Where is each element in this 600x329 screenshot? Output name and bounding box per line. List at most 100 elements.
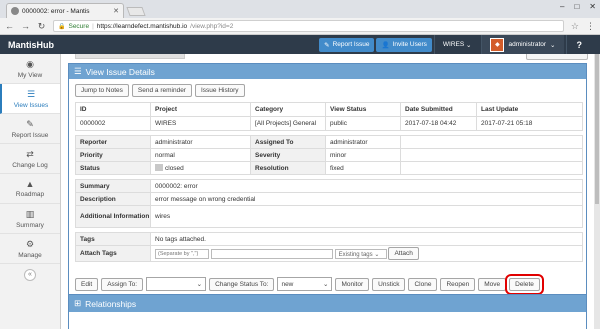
- attach-button[interactable]: Attach: [388, 247, 419, 261]
- attach-tags-input[interactable]: [210, 248, 333, 259]
- sidebar-collapse-button[interactable]: «: [24, 269, 36, 281]
- status-select[interactable]: new ⌄: [277, 277, 333, 291]
- list-icon: ☰: [26, 88, 36, 99]
- assign-to-select[interactable]: ⌄: [146, 277, 207, 291]
- tags-label: Tags: [75, 232, 151, 246]
- assign-to-button[interactable]: Assign To:: [101, 277, 144, 291]
- user-menu[interactable]: ◆ administrator ⌄: [481, 35, 564, 54]
- scrollbar[interactable]: [594, 54, 600, 329]
- scrollbar-thumb[interactable]: [595, 54, 599, 204]
- browser-tab[interactable]: 0000002: error - Mantis ✕: [6, 3, 124, 18]
- panel-header[interactable]: ⊞ Relationships: [69, 295, 586, 312]
- summary-label: Summary: [75, 179, 151, 193]
- sidebar-item-summary[interactable]: ▥ Summary: [0, 204, 60, 234]
- dashboard-icon: ◉: [26, 58, 34, 69]
- invite-users-button[interactable]: 👤 Invite Users: [376, 37, 432, 52]
- relationships-title: Relationships: [85, 298, 137, 309]
- sidebar-item-manage[interactable]: ⚙ Manage: [0, 234, 60, 264]
- table-row: 0000002 WIRES [All Projects] General pub…: [75, 116, 583, 131]
- change-status-button[interactable]: Change Status To:: [209, 277, 275, 291]
- browser-menu-icon[interactable]: ⋮: [586, 21, 595, 32]
- sidebar: ◉ My View ☰ View Issues ✎ Report Issue ⇄ Cha…: [0, 54, 61, 329]
- column-header: Project: [150, 102, 251, 117]
- sidebar-item-change-log[interactable]: ⇄ Change Log: [0, 144, 60, 174]
- sidebar-item-label: Summary: [16, 221, 44, 229]
- report-issue-button[interactable]: ✎ Report Issue: [319, 37, 375, 52]
- tags-value: No tags attached.: [150, 232, 583, 246]
- browser-tabbar: 0000002: error - Mantis ✕ – □ ✕: [0, 0, 600, 18]
- send-reminder-button[interactable]: Send a reminder: [131, 84, 192, 97]
- tag-separator-hint: (Separate by ","): [155, 248, 209, 259]
- edit-icon: ✎: [324, 41, 330, 49]
- severity-value: minor: [325, 148, 401, 162]
- relationships-panel: ⊞ Relationships: [68, 294, 587, 329]
- avatar: ◆: [490, 37, 505, 52]
- sidebar-item-label: My View: [17, 71, 43, 79]
- column-header: Last Update: [476, 102, 583, 117]
- assigned-to-value: administrator: [325, 135, 401, 149]
- chevron-down-icon: ⌄: [550, 41, 556, 49]
- bar-chart-icon: ▥: [25, 208, 35, 219]
- reporter-value: administrator: [150, 135, 251, 149]
- issue-history-button[interactable]: Issue History: [194, 84, 245, 97]
- table-row: Description error message on wrong crede…: [75, 192, 583, 206]
- maximize-icon[interactable]: □: [574, 2, 579, 11]
- column-header: ID: [75, 102, 151, 117]
- description-value: error message on wrong credential: [150, 192, 583, 206]
- delete-button[interactable]: Delete: [505, 273, 544, 295]
- table-row: Summary 0000002: error: [75, 179, 583, 193]
- empty-cell: [400, 148, 583, 162]
- attach-tags-label: Attach Tags: [75, 245, 151, 262]
- priority-value: normal: [150, 148, 251, 162]
- edit-button[interactable]: Edit: [75, 277, 99, 291]
- resolution-value: fixed: [325, 161, 401, 175]
- monitor-button[interactable]: Monitor: [335, 277, 370, 291]
- list-icon: ☰: [74, 66, 82, 76]
- assigned-to-label: Assigned To: [250, 135, 326, 149]
- project-name: WIRES: [442, 41, 465, 48]
- issue-actions-row: Edit Assign To: ⌄ Change Status To: new ⌄…: [75, 273, 544, 295]
- reload-icon[interactable]: ↻: [37, 21, 46, 32]
- additional-info-value: wires: [150, 205, 583, 228]
- bookmark-star-icon[interactable]: ☆: [571, 21, 579, 32]
- help-button[interactable]: ?: [565, 35, 593, 54]
- issue-view-status: public: [325, 116, 401, 131]
- status-select-value: new: [281, 280, 294, 288]
- jump-to-notes-button[interactable]: Jump to Notes: [75, 84, 129, 97]
- issue-id: 0000002: [75, 116, 151, 131]
- reopen-button[interactable]: Reopen: [440, 277, 476, 291]
- new-tab-button[interactable]: [126, 7, 146, 16]
- resolution-label: Resolution: [250, 161, 326, 175]
- clone-button[interactable]: Clone: [408, 277, 438, 291]
- address-bar[interactable]: 🔒 Secure | https://learndefect.mantishub…: [53, 20, 564, 32]
- existing-tags-select[interactable]: Existing tags ⌄: [334, 248, 387, 259]
- table-header-row: ID Project Category View Status Date Sub…: [75, 102, 583, 117]
- severity-label: Severity: [250, 148, 326, 162]
- move-button[interactable]: Move: [478, 277, 507, 291]
- back-icon[interactable]: ←: [5, 21, 14, 31]
- sidebar-item-view-issues[interactable]: ☰ View Issues: [0, 84, 60, 114]
- sidebar-item-roadmap[interactable]: ▲ Roadmap: [0, 174, 60, 204]
- main-content: ☰ View Issue Details Jump to Notes Send …: [61, 54, 600, 329]
- unstick-button[interactable]: Unstick: [372, 277, 406, 291]
- column-header: View Status: [325, 102, 401, 117]
- forward-icon[interactable]: →: [21, 21, 30, 31]
- view-issue-details-panel: ☰ View Issue Details Jump to Notes Send …: [68, 63, 587, 329]
- address-separator: |: [92, 22, 94, 30]
- empty-cell: [400, 161, 583, 175]
- chevron-down-icon: ⌄: [466, 41, 472, 49]
- project-selector[interactable]: WIRES ⌄: [433, 35, 480, 54]
- sidebar-item-report-issue[interactable]: ✎ Report Issue: [0, 114, 60, 144]
- url-host: https://learndefect.mantishub.io: [96, 22, 188, 30]
- minimize-icon[interactable]: –: [560, 2, 564, 11]
- close-window-icon[interactable]: ✕: [589, 2, 596, 11]
- brand-logo[interactable]: MantisHub: [8, 40, 54, 50]
- table-row: Priority normal Severity minor: [75, 148, 583, 162]
- chevron-down-icon: ⌄: [196, 281, 203, 288]
- chevron-down-icon: ⌄: [374, 251, 380, 258]
- edit-icon: ✎: [26, 118, 34, 129]
- table-row: Status closed Resolution fixed: [75, 161, 583, 175]
- window-controls: – □ ✕: [560, 2, 596, 11]
- sidebar-item-my-view[interactable]: ◉ My View: [0, 54, 60, 84]
- close-tab-icon[interactable]: ✕: [113, 7, 119, 15]
